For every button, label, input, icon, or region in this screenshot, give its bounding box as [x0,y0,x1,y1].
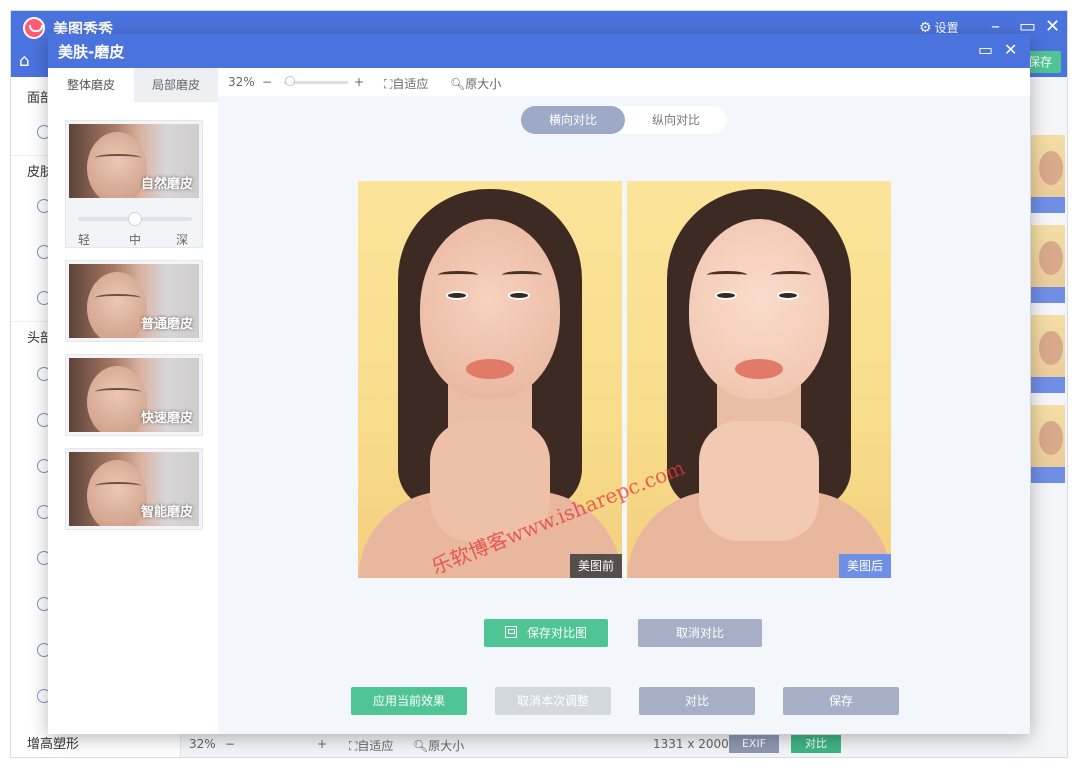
intensity-label-deep: 深 [176,233,189,247]
apply-effect-button[interactable]: 应用当前效果 [351,687,467,715]
magnifier-icon: 🔍︎ [450,77,466,91]
dialog-toolbar: 32% − + ⛶自适应 🔍︎原大小 [218,68,1030,96]
settings-label: 设置 [934,21,959,35]
preset-label: 普通磨皮 [140,317,193,332]
zoom-level: 32% [228,75,255,89]
preset-thumbnail: 普通磨皮 [69,264,199,338]
compare-button[interactable]: 对比 [639,687,755,715]
status-fit-label: 自适应 [357,739,394,753]
preset-thumbnail: 快速磨皮 [69,358,199,432]
fit-button[interactable]: ⛶自适应 [384,75,428,92]
zoom-slider-handle[interactable] [285,76,296,86]
preview-area: 横向对比 纵向对比 美图前 美图后 乐软博客www.isharepc.com 保… [218,96,1030,734]
fit-label: 自适应 [392,77,429,91]
dialog-title: 美肤-磨皮 [58,43,125,61]
save-compare-button[interactable]: 保存对比图 [484,619,608,647]
dialog-close-icon[interactable]: ✕ [1004,38,1017,62]
status-zoom: 32% [189,737,216,751]
zoom-in-icon[interactable]: + [317,737,327,751]
intensity-slider-handle[interactable] [128,212,142,226]
cancel-compare-button[interactable]: 取消对比 [638,619,762,647]
dialog-titlebar: 美肤-磨皮 ▭ ✕ [48,34,1030,68]
effect-thumbnail[interactable] [1031,225,1065,303]
save-compare-label: 保存对比图 [526,626,587,640]
before-tag: 美图前 [569,554,622,578]
preset-smart[interactable]: 智能磨皮 [65,448,203,530]
intensity-label-light: 轻 [78,233,91,247]
save-icon [504,626,517,638]
preset-panel: 整体磨皮 局部磨皮 自然磨皮 轻 中 深 普通磨皮 快速磨皮 智能磨皮 [48,68,218,734]
preset-natural[interactable]: 自然磨皮 轻 中 深 [65,120,203,248]
status-original-size-label: 原大小 [428,739,465,753]
status-bar: 32% − + ⛶自适应 🔍︎原大小 1331 x 2000 EXIF 对比 [181,731,1051,759]
preset-label: 自然磨皮 [140,177,193,192]
preset-normal[interactable]: 普通磨皮 [65,260,203,342]
tab-local-smoothing[interactable]: 局部磨皮 [134,68,218,102]
original-size-button[interactable]: 🔍︎原大小 [450,75,501,92]
preset-thumbnail: 智能磨皮 [69,452,199,526]
compare-horizontal-button[interactable]: 横向对比 [521,106,625,134]
effect-thumbnail[interactable] [1031,135,1065,213]
undo-adjustment-button[interactable]: 取消本次调整 [495,687,611,715]
app-logo-icon [23,17,45,39]
preset-label: 快速磨皮 [140,411,193,426]
after-tag: 美图后 [838,554,891,578]
compare-vertical-button[interactable]: 纵向对比 [625,106,727,134]
skin-smoothing-dialog: 美肤-磨皮 ▭ ✕ 整体磨皮 局部磨皮 自然磨皮 轻 中 深 普通磨皮 快速磨皮… [48,34,1030,734]
tab-overall-smoothing[interactable]: 整体磨皮 [48,68,134,102]
zoom-out-icon[interactable]: − [262,75,272,89]
intensity-label-medium: 中 [129,233,142,247]
status-fit-button[interactable]: ⛶自适应 [349,737,393,754]
zoom-in-icon[interactable]: + [354,75,364,89]
zoom-out-icon[interactable]: − [225,737,235,751]
dialog-maximize-icon[interactable]: ▭ [978,38,993,62]
sidebar-section-reshape[interactable]: 增高塑形 [27,733,79,752]
image-dimensions: 1331 x 2000 [653,737,729,751]
effect-thumbnail[interactable] [1031,405,1065,483]
status-original-size-button[interactable]: 🔍︎原大小 [413,737,464,754]
preset-thumbnail: 自然磨皮 [69,124,199,198]
exif-button[interactable]: EXIF [729,735,779,753]
home-icon[interactable]: ⌂ [19,51,30,71]
after-photo: 美图后 [627,181,891,578]
status-compare-button[interactable]: 对比 [791,735,841,753]
original-size-label: 原大小 [465,77,502,91]
effect-thumbnail[interactable] [1031,315,1065,393]
magnifier-icon: 🔍︎ [413,739,429,753]
save-button[interactable]: 保存 [783,687,899,715]
preset-fast[interactable]: 快速磨皮 [65,354,203,436]
preset-label: 智能磨皮 [140,505,193,520]
compare-mode-toggle: 横向对比 纵向对比 [521,106,727,134]
effect-thumbnails [1031,135,1065,495]
close-icon[interactable]: ✕ [1045,15,1060,39]
